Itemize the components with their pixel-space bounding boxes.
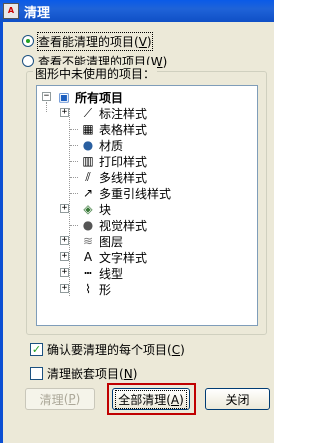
tree-item-label: 材质 (99, 138, 124, 153)
plot-style-icon: ▥ (82, 154, 94, 168)
checkbox-icon[interactable] (30, 366, 43, 380)
expand-icon[interactable]: + (60, 268, 69, 277)
collapse-icon[interactable]: − (42, 92, 51, 101)
checkbox-label: 确认要清理的每个项目(C) (47, 342, 185, 357)
visual-style-icon: ● (82, 218, 94, 232)
tree-item-label: 块 (99, 202, 112, 217)
shape-icon: ⌇ (85, 282, 91, 296)
tree-item-label: 视觉样式 (99, 218, 148, 233)
expand-icon[interactable]: + (60, 108, 69, 117)
tree-item[interactable]: ▦ 表格样式 (60, 121, 147, 137)
checkbox-confirm-each[interactable]: ✓ 确认要清理的每个项目(C) (30, 341, 185, 357)
linetype-icon: ┅ (84, 266, 92, 280)
title-bar[interactable]: A 清理 (0, 0, 274, 22)
tree-item[interactable]: ● 材质 (60, 137, 123, 153)
tree-item[interactable]: ● 视觉样式 (60, 217, 147, 233)
tree-item-label: 多重引线样式 (99, 186, 172, 201)
checkbox-label: 清理嵌套项目(N) (47, 366, 138, 381)
radio-view-purgeable[interactable]: 查看能清理的项目(V) (22, 31, 153, 51)
dimension-style-icon: ⟋ (83, 106, 93, 120)
tree-item-label: 多线样式 (99, 170, 148, 185)
window-border (0, 22, 3, 443)
tree-item-label: 形 (99, 282, 112, 297)
highlight-annotation (107, 383, 196, 415)
items-tree-view[interactable]: − ▣ 所有项目 + ⟋ 标注样式 ▦ 表格样式 ● 材质 ▥ 打印样式 ⫽ 多… (36, 85, 258, 326)
text-style-icon: A (83, 250, 93, 264)
tree-item-label: 线型 (99, 266, 124, 281)
radio-button-checked-icon[interactable] (22, 35, 34, 47)
autocad-app-icon: A (3, 3, 19, 19)
tree-item[interactable]: ⫽ 多线样式 (60, 169, 147, 185)
tree-item[interactable]: + ⟋ 标注样式 (60, 105, 147, 121)
tree-item-label: 所有项目 (75, 90, 124, 105)
tree-item-label: 打印样式 (99, 154, 148, 169)
checkbox-checked-icon[interactable]: ✓ (30, 342, 43, 356)
multiline-style-icon: ⫽ (85, 170, 91, 184)
tree-item-label: 文字样式 (99, 250, 148, 265)
close-button[interactable]: 关闭 (205, 388, 270, 410)
tree-item[interactable]: + ┅ 线型 (60, 265, 123, 281)
tree-item[interactable]: + A 文字样式 (60, 249, 147, 265)
expand-icon[interactable]: + (60, 252, 69, 261)
tree-item[interactable]: + ≋ 图层 (60, 233, 123, 249)
group-label: 图形中未使用的项目： (33, 65, 158, 82)
tree-item[interactable]: + ◈ 块 (60, 201, 111, 217)
drawing-icon: ▣ (58, 90, 70, 104)
tree-item-label: 标注样式 (99, 106, 148, 121)
expand-icon[interactable]: + (60, 204, 69, 213)
layers-icon: ≋ (82, 234, 94, 248)
tree-item-label: 图层 (99, 234, 124, 249)
multileader-style-icon: ↗ (82, 186, 94, 200)
tree-root-all-items[interactable]: − ▣ 所有项目 (42, 89, 123, 105)
window-title: 清理 (24, 5, 51, 21)
checkbox-purge-nested[interactable]: 清理嵌套项目(N) (30, 365, 137, 381)
expand-icon[interactable]: + (60, 236, 69, 245)
tree-item[interactable]: ↗ 多重引线样式 (60, 185, 171, 201)
block-icon: ◈ (83, 202, 93, 216)
expand-icon[interactable]: + (60, 284, 69, 293)
purge-button[interactable]: 清理(P) (25, 388, 95, 410)
material-sphere-icon: ● (82, 138, 94, 152)
radio-label: 查看能清理的项目(V) (37, 31, 153, 51)
tree-item[interactable]: ▥ 打印样式 (60, 153, 147, 169)
tree-item-label: 表格样式 (99, 122, 148, 137)
tree-item[interactable]: + ⌇ 形 (60, 281, 111, 297)
table-style-icon: ▦ (82, 122, 94, 136)
